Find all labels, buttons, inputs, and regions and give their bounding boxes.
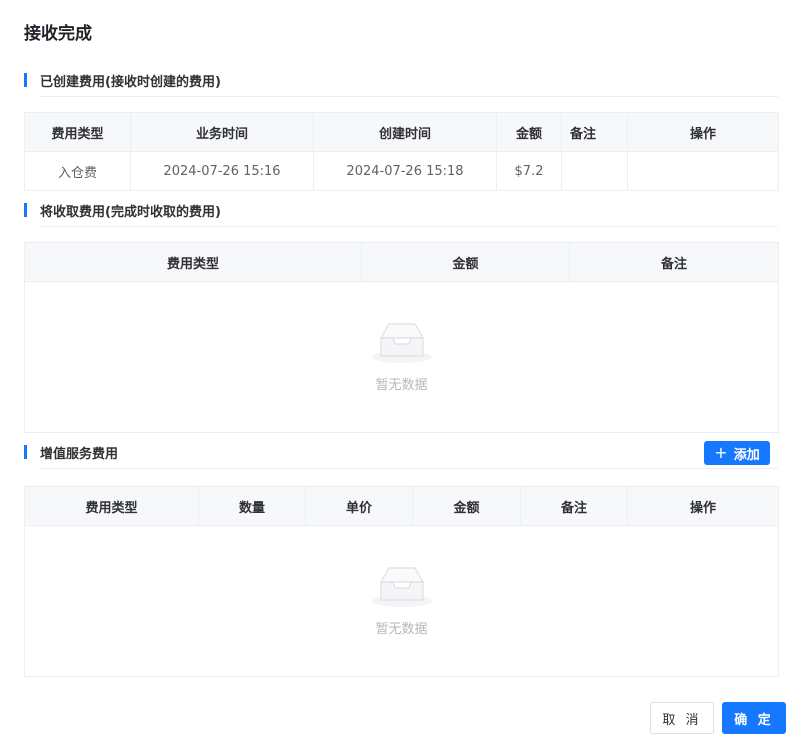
- to-collect-fees-table: 费用类型 金额 备注 暂无数据: [24, 242, 779, 433]
- confirm-button[interactable]: 确 定: [722, 702, 786, 734]
- add-button[interactable]: + 添加: [704, 441, 770, 465]
- section-created-title: 已创建费用(接收时创建的费用): [40, 75, 221, 90]
- column-header: 费用类型: [24, 112, 131, 152]
- table-header-row: 费用类型 金额 备注: [24, 242, 779, 282]
- empty-row: 暂无数据: [24, 525, 779, 677]
- amount-cell: $7.2: [496, 151, 562, 191]
- section-divider: [40, 226, 778, 227]
- column-header: 费用类型: [24, 486, 199, 526]
- section-to-collect-title: 将收取费用(完成时收取的费用): [40, 205, 221, 220]
- dialog-title: 接收完成: [24, 24, 92, 44]
- section-divider: [40, 96, 778, 97]
- value-added-fees-table: 费用类型 数量 单价 金额 备注 操作 暂无数据: [24, 486, 779, 677]
- column-header: 业务时间: [130, 112, 314, 152]
- table-row: 入仓费 2024-07-26 15:16 2024-07-26 15:18 $7…: [24, 151, 779, 191]
- business-time-cell: 2024-07-26 15:16: [130, 151, 314, 191]
- column-header: 操作: [627, 486, 779, 526]
- section-created-header: 已创建费用(接收时创建的费用): [24, 69, 778, 97]
- column-header: 金额: [496, 112, 562, 152]
- section-value-added-title: 增值服务费用: [40, 447, 119, 462]
- plus-icon: +: [714, 443, 728, 462]
- column-header: 费用类型: [24, 242, 362, 282]
- column-header: 金额: [361, 242, 570, 282]
- column-header: 单价: [305, 486, 413, 526]
- section-value-added-header: 增值服务费用: [24, 441, 778, 469]
- table-header-row: 费用类型 业务时间 创建时间 金额 备注 操作: [24, 112, 779, 152]
- column-header: 备注: [520, 486, 628, 526]
- add-button-label: 添加: [733, 447, 760, 463]
- empty-text: 暂无数据: [375, 378, 428, 393]
- column-header: 备注: [569, 242, 779, 282]
- column-header: 创建时间: [313, 112, 497, 152]
- column-header: 备注: [561, 112, 628, 152]
- empty-row: 暂无数据: [24, 281, 779, 433]
- action-cell: [627, 151, 779, 191]
- empty-text: 暂无数据: [375, 622, 428, 637]
- section-divider: [40, 468, 778, 469]
- column-header: 金额: [412, 486, 521, 526]
- created-time-cell: 2024-07-26 15:18: [313, 151, 497, 191]
- section-accent-bar: [24, 73, 27, 87]
- column-header: 操作: [627, 112, 779, 152]
- section-accent-bar: [24, 203, 27, 217]
- empty-inbox-icon: [371, 567, 432, 607]
- column-header: 数量: [198, 486, 306, 526]
- table-header-row: 费用类型 数量 单价 金额 备注 操作: [24, 486, 779, 526]
- empty-inbox-icon: [371, 323, 432, 363]
- section-accent-bar: [24, 445, 27, 459]
- cancel-button[interactable]: 取 消: [650, 702, 714, 734]
- created-fees-table: 费用类型 业务时间 创建时间 金额 备注 操作 入仓费 2024-07-26 1…: [24, 112, 779, 191]
- fee-type-cell: 入仓费: [24, 151, 131, 191]
- remark-cell: [561, 151, 628, 191]
- empty-state: 暂无数据: [24, 281, 779, 433]
- section-to-collect-header: 将收取费用(完成时收取的费用): [24, 199, 778, 227]
- empty-state: 暂无数据: [24, 525, 779, 677]
